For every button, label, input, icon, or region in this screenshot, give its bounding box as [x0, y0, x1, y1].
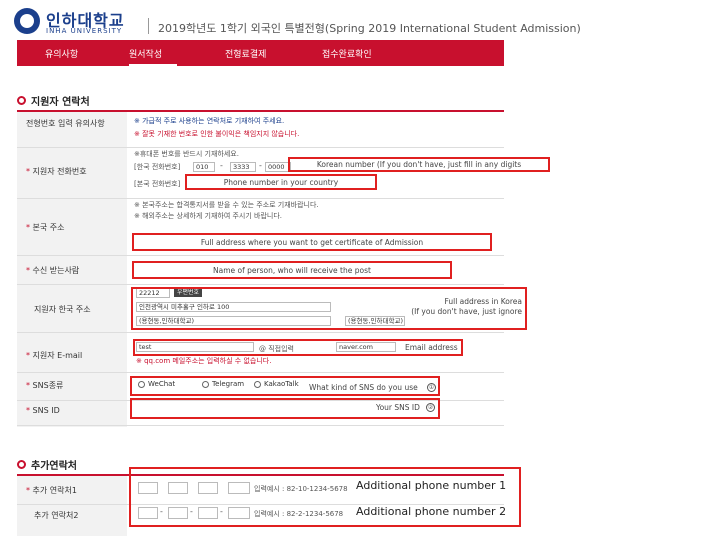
nav-item-payment[interactable]: 전형료결제 [225, 47, 266, 60]
annotation-home-address: Full address where you want to get certi… [140, 238, 484, 247]
row-label-sns-id: * SNS ID [26, 406, 60, 415]
row-label-home-address-text: 본국 주소 [32, 223, 65, 232]
step-nav: 유의사항 원서작성 전형료결제 접수완료확인 [17, 40, 504, 66]
row-label-sns-type: * SNS종류 [26, 381, 64, 390]
phone-prefix-select[interactable]: 010 [193, 162, 215, 172]
section-bullet-icon [17, 460, 26, 469]
page-header: 인하대학교 INHA UNIVERSITY 2019학년도 1학기 외국인 특별… [0, 0, 720, 44]
section-contact-title: 지원자 연락처 [31, 97, 90, 108]
university-emblem-icon [14, 8, 40, 34]
row-label-receiver: * 수신 받는사람 [26, 266, 80, 275]
row-label-phone-text: 지원자 전화번호 [32, 167, 87, 176]
row-divider [17, 147, 504, 148]
row-label-extra1: * 추가 연락처1 [26, 486, 77, 495]
dash: - [220, 161, 223, 170]
home-address-note-1: ※ 본국주소는 합격통지서를 받을 수 있는 주소로 기재바랍니다. [134, 201, 319, 209]
annotation-korean-phone: Korean number (If you don't have, just f… [292, 160, 546, 169]
annotation-sns-type-number: ① [427, 383, 436, 392]
register-note-2: ※ 잘못 기재한 번호로 인한 불이익은 책임지지 않습니다. [134, 130, 300, 138]
dash: - [259, 161, 262, 170]
annotation-receiver: Name of person, who will receive the pos… [140, 266, 444, 275]
row-label-email-text: 지원자 E-mail [32, 351, 83, 360]
row-label-register: 전형번호 입력 유의사항 [26, 119, 105, 128]
row-label-sns-id-text: SNS ID [32, 406, 60, 415]
annotation-sns-type: What kind of SNS do you use [309, 383, 418, 392]
nav-item-application[interactable]: 원서작성 [129, 47, 162, 60]
row-label-email: * 지원자 E-mail [26, 351, 83, 360]
row-label-phone: * 지원자 전화번호 [26, 167, 87, 176]
row-divider [17, 372, 504, 373]
email-note: ※ qq.com 메일주소는 입력하실 수 없습니다. [136, 357, 272, 365]
annotation-extra-phone-2: Additional phone number 2 [356, 505, 507, 518]
row-divider [17, 255, 504, 256]
page-title: 2019학년도 1학기 외국인 특별전형(Spring 2019 Interna… [158, 22, 581, 35]
section-contact-header: 지원자 연락처 [17, 93, 90, 108]
logo-english: INHA UNIVERSITY [46, 27, 123, 35]
annotation-sns-id-number: ② [426, 403, 435, 412]
section-extra-title: 추가연락처 [31, 461, 77, 472]
register-note-1: ※ 가급적 주로 사용하는 연락처로 기재하여 주세요. [134, 117, 285, 125]
row-divider [17, 284, 504, 285]
row-label-sns-type-text: SNS종류 [32, 381, 64, 390]
nav-item-confirm[interactable]: 접수완료확인 [322, 47, 372, 60]
row-label-home-address: * 본국 주소 [26, 223, 65, 232]
row-divider [17, 425, 504, 426]
nav-item-notice[interactable]: 유의사항 [45, 47, 78, 60]
row-divider [17, 198, 504, 199]
country-phone-label: [본국 전화번호] [134, 180, 181, 188]
annotation-sns-id: Your SNS ID [376, 403, 420, 412]
row-label-extra2: 추가 연락처2 [34, 511, 79, 520]
annotation-box-extra-phones [129, 467, 521, 527]
annotation-country-phone: Phone number in your country [189, 178, 373, 187]
section-bullet-icon [17, 96, 26, 105]
phone-mid-input[interactable]: 3333 [230, 162, 256, 172]
annotation-korea-address-2: (If you don't have, just ignore [400, 307, 522, 316]
nav-active-indicator [129, 64, 177, 66]
row-divider [17, 332, 504, 333]
annotation-extra-phone-1: Additional phone number 1 [356, 479, 507, 492]
row-label-korea-address: 지원자 한국 주소 [34, 305, 91, 314]
home-address-note-2: ※ 해외주소는 상세하게 기재하여 주시기 바랍니다. [134, 212, 283, 220]
row-label-extra1-text: 추가 연락처1 [32, 486, 77, 495]
korea-phone-label: [한국 전화번호] [134, 163, 181, 171]
annotation-korea-address-1: Full address in Korea [410, 297, 522, 306]
header-divider [148, 18, 149, 34]
annotation-email: Email address [405, 343, 458, 352]
section-extra-header: 추가연락처 [17, 457, 77, 472]
row-label-receiver-text: 수신 받는사람 [32, 266, 80, 275]
phone-note: ※휴대폰 번호를 반드시 기재하세요. [134, 150, 239, 158]
